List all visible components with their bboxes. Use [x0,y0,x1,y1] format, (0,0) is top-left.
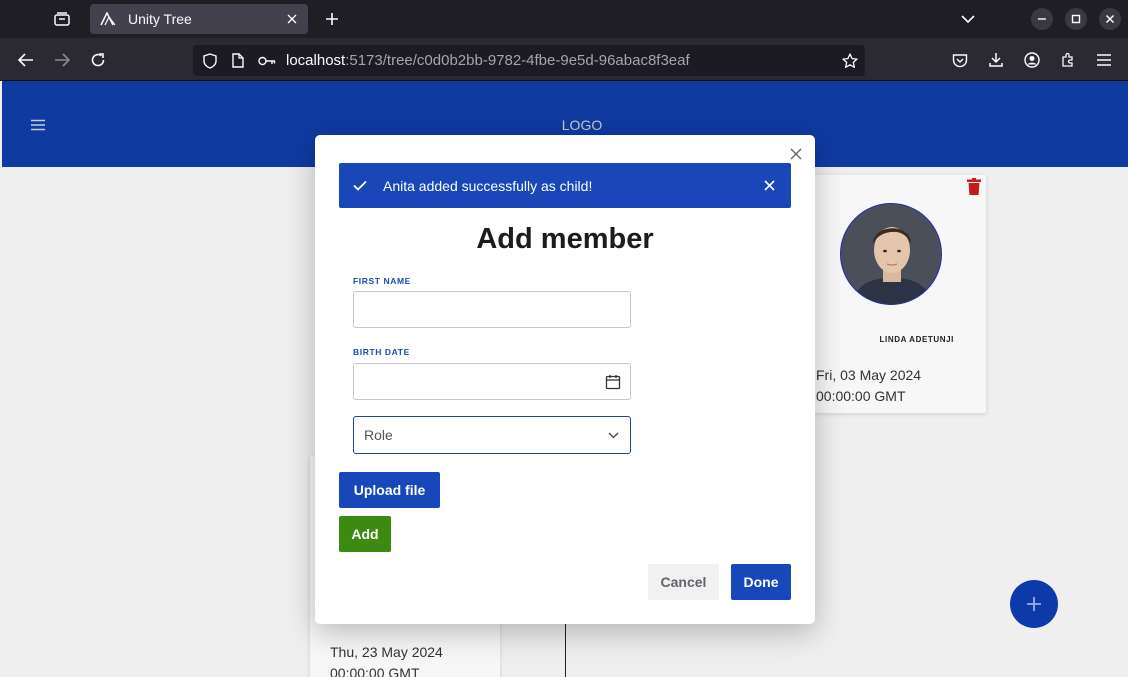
downloads-icon[interactable] [984,48,1008,72]
minimize-icon[interactable] [1031,8,1053,30]
first-name-input[interactable] [354,292,630,327]
page-content: LOGO LINDA ADETUNJI Fri, 03 May 2024 00:… [0,81,1128,677]
pocket-icon[interactable] [948,48,972,72]
member-card[interactable]: LINDA ADETUNJI Fri, 03 May 2024 00:00:00… [800,175,986,413]
site-favicon-icon [100,11,116,27]
list-tabs-chevron-icon[interactable] [956,8,980,30]
birth-date-field[interactable] [353,363,631,400]
page-icon[interactable] [229,52,247,70]
browser-nav-bar: localhost:5173/tree/c0d0b2bb-9782-4fbe-9… [0,38,1128,81]
success-toast: Anita added successfully as child! [339,163,791,208]
toast-message: Anita added successfully as child! [383,177,593,194]
back-icon[interactable] [14,48,38,72]
forward-icon[interactable] [50,48,74,72]
toast-close-icon[interactable] [761,178,777,194]
upload-file-button[interactable]: Upload file [339,472,440,508]
tab-close-icon[interactable] [284,11,300,27]
role-select-value: Role [364,427,393,443]
role-select[interactable]: Role [353,416,631,454]
reload-icon[interactable] [86,48,110,72]
maximize-icon[interactable] [1065,8,1087,30]
tab-overview-icon[interactable] [50,8,74,30]
chevron-down-icon [608,429,620,441]
done-button[interactable]: Done [731,564,791,600]
tab-title: Unity Tree [128,11,192,27]
modal-close-icon[interactable] [789,147,803,161]
shield-icon[interactable] [201,52,219,70]
url-text[interactable]: localhost:5173/tree/c0d0b2bb-9782-4fbe-9… [286,52,690,70]
key-icon[interactable] [257,52,277,70]
tree-connector-line [565,621,566,677]
calendar-icon[interactable] [605,374,621,390]
plus-icon [1027,597,1041,611]
first-name-label: FIRST NAME [353,276,411,286]
url-host: localhost [286,51,346,69]
member-date-line2: 00:00:00 GMT [816,388,906,404]
close-window-icon[interactable] [1099,8,1121,30]
check-icon [353,178,369,194]
add-fab-button[interactable] [1010,580,1058,628]
cancel-button[interactable]: Cancel [648,564,719,600]
birth-date-input[interactable] [354,364,630,399]
account-icon[interactable] [1020,48,1044,72]
member-name: LINDA ADETUNJI [879,335,954,344]
first-name-field[interactable] [353,291,631,328]
extensions-icon[interactable] [1056,48,1080,72]
url-bar[interactable]: localhost:5173/tree/c0d0b2bb-9782-4fbe-9… [193,45,865,76]
url-path: :5173/tree/c0d0b2bb-9782-4fbe-9e5d-96aba… [345,51,690,69]
birth-date-label: BIRTH DATE [353,347,410,357]
menu-icon[interactable] [1092,48,1116,72]
browser-tab-bar: Unity Tree [0,0,1128,38]
bookmark-star-icon[interactable] [841,52,859,70]
modal-title: Add member [476,223,654,255]
browser-tab[interactable]: Unity Tree [90,4,308,34]
member-date-line2: 00:00:00 GMT [330,665,420,677]
app-logo: LOGO [561,117,603,133]
avatar [840,203,942,305]
new-tab-icon[interactable] [320,8,344,30]
member-birth-date: Thu, 23 May 2024 00:00:00 GMT [330,642,443,677]
trash-icon[interactable] [967,178,981,195]
member-birth-date: Fri, 03 May 2024 00:00:00 GMT [816,365,921,407]
add-button[interactable]: Add [339,516,391,552]
add-member-modal: Anita added successfully as child! Add m… [315,135,815,624]
member-date-line1: Thu, 23 May 2024 [330,644,443,660]
member-date-line1: Fri, 03 May 2024 [816,367,922,383]
